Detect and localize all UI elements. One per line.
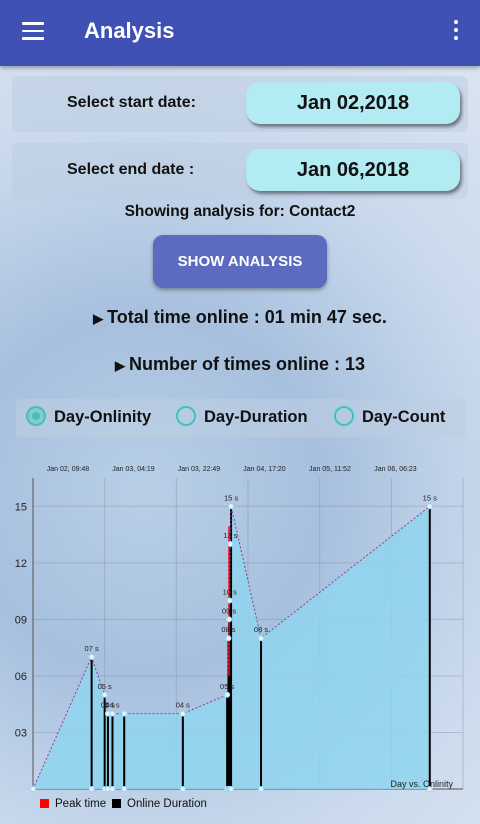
menu-icon[interactable]: [22, 22, 44, 40]
x-top-label: Jan 02, 09:48: [47, 466, 90, 473]
data-label: 04 s: [176, 701, 190, 710]
data-point: [121, 710, 128, 717]
legend-duration-label: Online Duration: [127, 798, 207, 810]
total-time-text: Total time online : 01 min 47 sec.: [107, 307, 387, 327]
radio-day-onlinity[interactable]: Day-Onlinity: [26, 399, 166, 437]
data-point-base: [109, 786, 116, 792]
end-date-label: Select end date :: [67, 161, 195, 178]
legend-peak-swatch: [40, 799, 49, 808]
data-label: 08 s: [254, 625, 268, 634]
x-top-label: Jan 06, 06:23: [374, 466, 417, 473]
y-tick-label: 12: [15, 558, 27, 570]
data-label: 04 s: [105, 701, 119, 710]
radio-label: Day-Duration: [204, 408, 308, 426]
data-point: [88, 654, 95, 661]
data-point-base: [228, 786, 235, 792]
radio-unchecked-icon: [334, 406, 354, 426]
data-point: [109, 710, 116, 717]
data-point: [226, 597, 233, 604]
data-label: 15 s: [224, 493, 238, 502]
data-point-base: [179, 786, 186, 792]
data-label: 15 s: [423, 493, 437, 502]
x-top-label: Jan 04, 17:20: [243, 466, 286, 473]
app-bar: Analysis: [0, 0, 480, 66]
chart-type-radio-group: Day-Onlinity Day-Duration Day-Count: [16, 399, 466, 437]
total-time-stat: ▶ Total time online : 01 min 47 sec.: [0, 307, 480, 328]
start-date-label: Select start date:: [67, 94, 196, 111]
onlinity-chart: 03 06 09 12 15 Jan 02, 09:48 Jan 03, 04:19 Jan …: [15, 466, 464, 792]
data-label: 05 s: [220, 682, 234, 691]
radio-label: Day-Count: [362, 408, 446, 426]
radio-day-duration[interactable]: Day-Duration: [176, 399, 316, 437]
data-point: [101, 691, 108, 698]
x-top-label: Jan 03, 04:19: [112, 466, 155, 473]
data-label: 08 s: [221, 625, 235, 634]
data-point: [224, 691, 231, 698]
data-point: [258, 635, 265, 642]
start-date-row: Select start date: Jan 02,2018: [12, 76, 468, 132]
data-label: 13 s: [223, 531, 237, 540]
radio-day-count[interactable]: Day-Count: [334, 399, 464, 437]
start-date-button[interactable]: Jan 02,2018: [246, 82, 460, 124]
legend-peak: Peak time: [40, 798, 106, 810]
count-text: Number of times online : 13: [128, 354, 366, 374]
x-top-label: Jan 03, 22:49: [178, 466, 221, 473]
y-tick-label: 06: [15, 671, 27, 683]
data-point-base: [30, 786, 36, 792]
end-date-button[interactable]: Jan 06,2018: [246, 149, 460, 191]
data-label: 05 s: [98, 682, 112, 691]
data-label: 09 s: [222, 606, 236, 615]
showing-text: Showing analysis for: Contact2: [124, 203, 356, 220]
page-title: Analysis: [84, 18, 175, 43]
triangle-right-icon: ▶: [114, 358, 125, 373]
data-point: [226, 616, 233, 623]
data-point-base: [121, 786, 128, 792]
data-point-base: [88, 786, 95, 792]
triangle-right-icon: ▶: [93, 311, 104, 326]
show-analysis-button[interactable]: SHOW ANALYSIS: [153, 235, 327, 288]
data-point-base: [258, 786, 265, 792]
legend-duration-swatch: [112, 799, 121, 808]
x-top-label: Jan 05, 11:52: [309, 466, 351, 473]
radio-checked-icon: [26, 406, 46, 426]
data-point: [225, 635, 232, 642]
more-vert-icon[interactable]: [452, 20, 460, 44]
end-date-row: Select end date : Jan 06,2018: [12, 143, 468, 199]
radio-label: Day-Onlinity: [54, 408, 152, 426]
data-label: 07 s: [85, 644, 99, 653]
radio-unchecked-icon: [176, 406, 196, 426]
legend-duration: Online Duration: [112, 798, 207, 810]
data-point: [228, 503, 235, 510]
y-tick-label: 03: [15, 727, 27, 739]
data-label: 10 s: [223, 588, 237, 597]
data-point: [179, 710, 186, 717]
count-stat: ▶ Number of times online : 13: [0, 354, 480, 375]
data-point: [227, 540, 234, 547]
y-tick-label: 15: [15, 501, 27, 513]
chart-description: Day vs. Onlinity: [390, 779, 453, 789]
data-point: [426, 503, 433, 510]
legend-peak-label: Peak time: [55, 798, 107, 810]
y-tick-label: 09: [15, 614, 27, 626]
